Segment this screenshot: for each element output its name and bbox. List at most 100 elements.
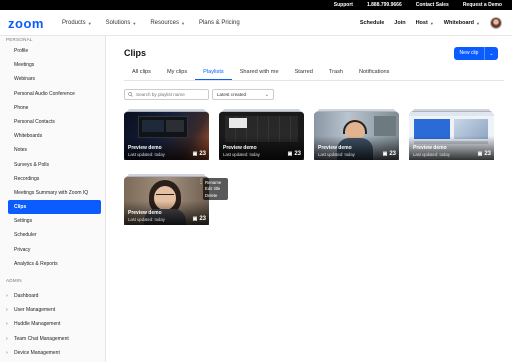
zoom-logo[interactable]: zoom <box>8 16 44 31</box>
sidebar-item-surveys-polls[interactable]: Surveys & Polls <box>0 158 105 172</box>
card-context-menu: Rename Edit title Delete <box>203 178 228 200</box>
sidebar-item-privacy[interactable]: Privacy <box>0 243 105 257</box>
chevron-down-icon: ▼ <box>476 20 480 26</box>
sidebar-item-meetings-summary[interactable]: Meetings Summary with Zoom IQ <box>0 186 105 200</box>
sidebar-item-label: User Management <box>14 307 56 314</box>
tab-starred[interactable]: Starred <box>287 66 321 80</box>
clip-count: ▣ 23 <box>383 151 396 157</box>
playlist-card[interactable]: Preview demo Last updated: today ▣ 23 <box>124 109 209 160</box>
playlist-card[interactable]: Preview demo Last updated: today ▣ 23 <box>409 109 494 160</box>
playlist-card[interactable]: Preview demo Last updated: today ▣ 23 ⋮ R… <box>124 174 228 225</box>
card-title: Preview demo <box>223 145 257 151</box>
sidebar-item-meetings[interactable]: Meetings <box>0 58 105 72</box>
chevron-down-icon: ⌄ <box>264 91 269 98</box>
tab-all-clips[interactable]: All clips <box>124 66 159 80</box>
chevron-down-icon: ▼ <box>87 20 92 26</box>
card-updated: Last updated: today <box>318 152 355 157</box>
nav-label: Products <box>62 20 86 26</box>
clip-count-value: 23 <box>199 216 206 222</box>
phone-link[interactable]: 1.888.799.9666 <box>367 2 402 8</box>
search-input[interactable] <box>136 92 206 97</box>
sidebar-item-notes[interactable]: Notes <box>0 143 105 157</box>
menu-item-delete[interactable]: Delete <box>205 193 226 198</box>
sidebar-item-phone[interactable]: Phone <box>0 101 105 115</box>
tab-notifications[interactable]: Notifications <box>351 66 397 80</box>
clip-count: ▣ 23 <box>478 151 491 157</box>
sidebar-item-dashboard[interactable]: › Dashboard <box>0 289 105 303</box>
sidebar-item-team-chat-management[interactable]: › Team Chat Management <box>0 332 105 346</box>
nav-host[interactable]: Host ▼ <box>416 20 434 26</box>
clips-tabs: All clips My clips Playlists Shared with… <box>124 66 397 80</box>
nav-solutions[interactable]: Solutions ▼ <box>106 20 137 26</box>
nav-schedule[interactable]: Schedule <box>360 20 384 26</box>
request-demo-link[interactable]: Request a Demo <box>463 2 502 8</box>
clip-count-value: 23 <box>294 151 301 157</box>
sidebar-item-huddle-management[interactable]: › Huddle Management <box>0 317 105 331</box>
thumb-panel <box>142 120 164 132</box>
sidebar-item-label: Huddle Management <box>14 321 61 328</box>
camera-icon: ▣ <box>192 151 198 157</box>
sidebar-section-admin: ADMIN <box>6 278 22 283</box>
sidebar-item-clips[interactable]: Clips <box>8 200 101 215</box>
clip-count-value: 23 <box>199 151 206 157</box>
card-title: Preview demo <box>318 145 352 151</box>
nav-whiteboard[interactable]: Whiteboard ▼ <box>444 20 480 26</box>
thumb-dialog <box>229 118 247 128</box>
clip-count-value: 23 <box>484 151 491 157</box>
clip-count: ▣ 23 <box>288 151 301 157</box>
sidebar-item-webinars[interactable]: Webinars <box>0 72 105 86</box>
nav-join[interactable]: Join <box>394 20 405 26</box>
clip-count-value: 23 <box>389 151 396 157</box>
camera-icon: ▣ <box>192 216 198 222</box>
sidebar-item-label: Team Chat Management <box>14 335 69 342</box>
sidebar-item-user-management[interactable]: › User Management <box>0 303 105 317</box>
new-clip-button[interactable]: New clip ⌄ <box>454 47 498 60</box>
main-navigation: zoom Products ▼ Solutions ▼ Resources ▼ Pla… <box>0 10 512 36</box>
sidebar-item-whiteboards[interactable]: Whiteboards <box>0 129 105 143</box>
chevron-right-icon: › <box>6 321 8 328</box>
menu-item-rename[interactable]: Rename <box>205 180 226 185</box>
sidebar-item-profile[interactable]: Profile <box>0 44 105 58</box>
playlist-card[interactable]: Preview demo Last updated: today ▣ 23 <box>314 109 399 160</box>
nav-plans-pricing[interactable]: Plans & Pricing <box>199 20 240 26</box>
nav-products[interactable]: Products ▼ <box>62 20 92 26</box>
sidebar-item-scheduler[interactable]: Scheduler <box>0 228 105 242</box>
tab-shared-with-me[interactable]: Shared with me <box>232 66 287 80</box>
sidebar-item-settings[interactable]: Settings <box>0 214 105 228</box>
sidebar-item-analytics-reports[interactable]: Analytics & Reports <box>0 257 105 271</box>
menu-item-edit-title[interactable]: Edit title <box>205 186 226 191</box>
tab-my-clips[interactable]: My clips <box>159 66 195 80</box>
sort-select[interactable]: Latest created ⌄ <box>212 89 274 100</box>
chevron-down-icon: ▼ <box>132 20 137 26</box>
chevron-down-icon[interactable]: ⌄ <box>485 51 498 57</box>
thumb-panel <box>166 120 184 132</box>
sidebar-item-personal-audio-conference[interactable]: Personal Audio Conference <box>0 87 105 101</box>
chevron-down-icon: ▼ <box>181 20 185 26</box>
tab-trash[interactable]: Trash <box>321 66 351 80</box>
nav-resources[interactable]: Resources ▼ <box>150 20 185 26</box>
nav-label: Resources <box>150 20 179 26</box>
card-updated: Last updated: today <box>413 152 450 157</box>
playlist-card[interactable]: Preview demo Last updated: today ▣ 23 <box>219 109 304 160</box>
new-clip-label[interactable]: New clip <box>454 47 485 60</box>
contact-sales-link[interactable]: Contact Sales <box>416 2 449 8</box>
page-title: Clips <box>124 48 147 58</box>
chevron-right-icon: › <box>6 293 8 299</box>
main-content: Clips New clip ⌄ All clips My clips Play… <box>106 36 512 362</box>
avatar[interactable] <box>490 17 502 29</box>
playlist-search[interactable] <box>124 89 209 100</box>
sidebar-item-label: Device Management <box>14 349 60 356</box>
sidebar-item-device-management[interactable]: › Device Management <box>0 346 105 360</box>
sidebar-item-recordings[interactable]: Recordings <box>0 172 105 186</box>
tab-playlists[interactable]: Playlists <box>195 66 232 80</box>
nav-label: Solutions <box>105 20 131 26</box>
sidebar-item-personal-contacts[interactable]: Personal Contacts <box>0 115 105 129</box>
support-link[interactable]: Support <box>334 2 353 8</box>
card-title: Preview demo <box>128 145 162 151</box>
card-title: Preview demo <box>413 145 447 151</box>
chevron-right-icon: › <box>6 349 8 356</box>
nav-label: Whiteboard <box>443 20 475 26</box>
card-title: Preview demo <box>128 210 162 216</box>
headset-icon <box>343 120 367 134</box>
card-updated: Last updated: today <box>128 152 165 157</box>
